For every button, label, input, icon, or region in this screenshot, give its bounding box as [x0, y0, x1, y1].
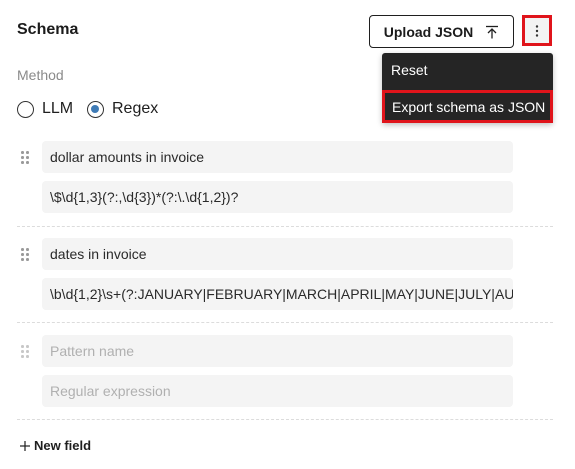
menu-item-reset[interactable]: Reset [391, 62, 553, 78]
pattern-name-input[interactable]: dates in invoice [42, 238, 513, 270]
new-field-button[interactable]: New field [19, 438, 91, 453]
plus-icon [20, 440, 30, 451]
regex-input[interactable]: \b\d{1,2}\s+(?:JANUARY|FEBRUARY|MARCH|AP… [42, 278, 513, 310]
menu-item-export-label: Export schema as JSON [392, 98, 546, 115]
radio-llm-circle[interactable] [17, 100, 34, 118]
upload-json-label: Upload JSON [383, 23, 474, 40]
pattern-name-input-empty[interactable]: Pattern name [42, 335, 513, 367]
regex-input[interactable]: \$\d{1,3}(?:,\d{3})*(?:\.\d{1,2})? [42, 181, 513, 213]
page-title: Schema [17, 21, 79, 38]
radio-llm[interactable]: LLM [17, 100, 73, 118]
menu-item-export-schema[interactable]: Export schema as JSON [382, 90, 553, 123]
field-divider [17, 322, 553, 323]
new-field-label: New field [34, 438, 92, 453]
field-divider [17, 226, 553, 227]
regex-input-empty[interactable]: Regular expression [42, 375, 513, 407]
drag-handle-icon[interactable] [21, 248, 31, 262]
options-menu: Reset Export schema as JSON [382, 53, 553, 123]
radio-regex[interactable]: Regex [87, 100, 158, 118]
more-options-button[interactable] [522, 15, 552, 46]
field-divider [17, 419, 553, 420]
radio-regex-circle[interactable] [87, 100, 104, 118]
radio-regex-label: Regex [112, 100, 159, 117]
more-vertical-icon [535, 24, 539, 37]
radio-llm-label: LLM [42, 100, 74, 117]
method-label: Method [17, 67, 64, 83]
drag-handle-icon[interactable] [21, 345, 31, 359]
pattern-name-input[interactable]: dollar amounts in invoice [42, 141, 513, 173]
upload-json-button[interactable]: Upload JSON [369, 15, 514, 48]
drag-handle-icon[interactable] [21, 151, 31, 165]
upload-icon [486, 25, 499, 38]
